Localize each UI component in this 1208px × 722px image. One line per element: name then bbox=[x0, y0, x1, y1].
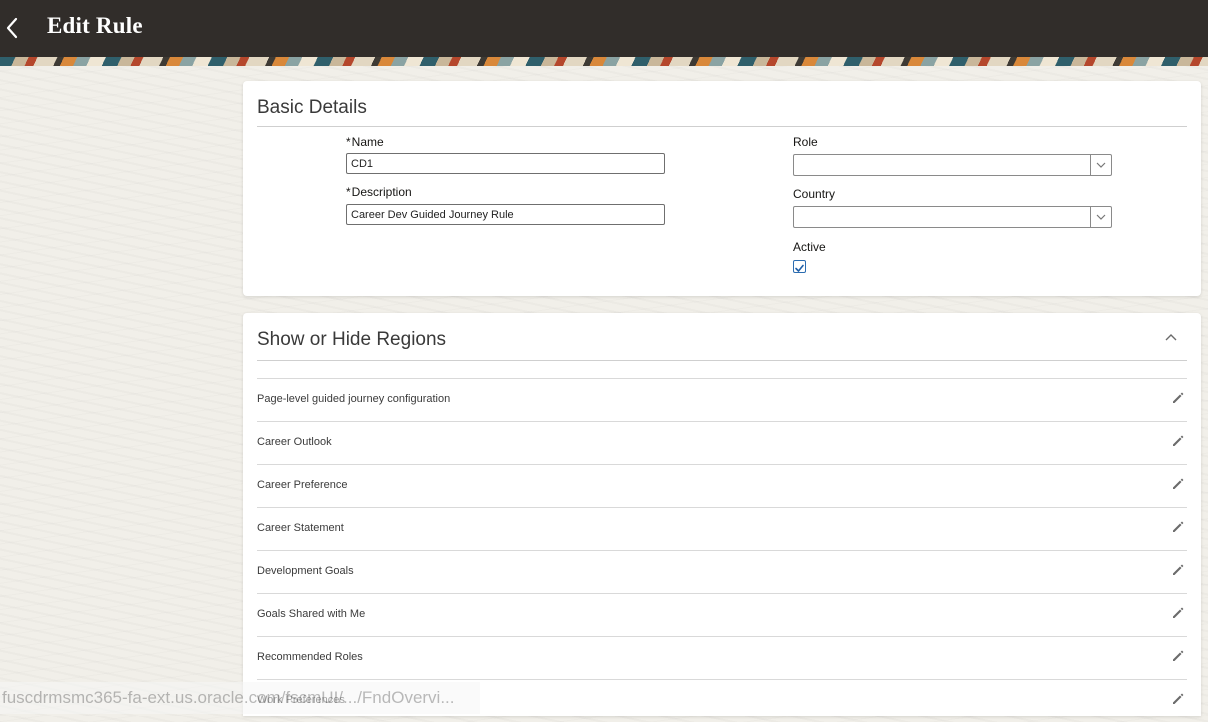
country-select[interactable] bbox=[793, 206, 1112, 228]
page-title: Edit Rule bbox=[47, 13, 143, 38]
active-label: Active bbox=[793, 240, 826, 254]
collapse-button[interactable] bbox=[1163, 329, 1179, 345]
required-marker: * bbox=[346, 135, 351, 149]
description-label-text: Description bbox=[351, 185, 412, 199]
description-field[interactable] bbox=[346, 204, 665, 225]
app-header: Edit Rule bbox=[0, 0, 1208, 57]
decorative-banner bbox=[0, 57, 1208, 66]
active-checkbox[interactable] bbox=[793, 260, 806, 273]
status-bar-url: fuscdrmsmc365-fa-ext.us.oracle.com/fscmU… bbox=[0, 682, 480, 714]
name-label: *Name bbox=[346, 135, 384, 149]
region-label: Goals Shared with Me bbox=[257, 608, 366, 620]
pencil-icon[interactable] bbox=[1171, 649, 1185, 663]
back-button[interactable] bbox=[0, 10, 28, 46]
role-label: Role bbox=[793, 135, 818, 149]
region-row[interactable]: Recommended Roles bbox=[257, 636, 1187, 679]
region-list: Page-level guided journey configuration C… bbox=[257, 378, 1187, 722]
region-label: Career Statement bbox=[257, 522, 344, 534]
basic-details-card: Basic Details *Name *Description Role Co… bbox=[243, 81, 1201, 296]
region-row[interactable]: Goals Shared with Me bbox=[257, 593, 1187, 636]
role-select[interactable] bbox=[793, 154, 1112, 176]
pencil-icon[interactable] bbox=[1171, 391, 1185, 405]
region-row[interactable]: Page-level guided journey configuration bbox=[257, 378, 1187, 421]
name-field[interactable] bbox=[346, 153, 665, 174]
chevron-down-icon bbox=[1096, 162, 1106, 168]
region-row[interactable]: Career Preference bbox=[257, 464, 1187, 507]
region-row[interactable]: Development Goals bbox=[257, 550, 1187, 593]
basic-details-title: Basic Details bbox=[257, 97, 367, 118]
pencil-icon[interactable] bbox=[1171, 692, 1185, 706]
chevron-up-icon bbox=[1165, 334, 1177, 341]
region-row[interactable]: Career Outlook bbox=[257, 421, 1187, 464]
section-divider bbox=[257, 126, 1187, 127]
pencil-icon[interactable] bbox=[1171, 606, 1185, 620]
country-label: Country bbox=[793, 187, 836, 201]
section-divider bbox=[257, 360, 1187, 361]
required-marker: * bbox=[346, 185, 351, 199]
select-divider bbox=[1090, 155, 1091, 175]
pencil-icon[interactable] bbox=[1171, 477, 1185, 491]
checkmark-icon bbox=[795, 264, 804, 272]
region-label: Development Goals bbox=[257, 565, 354, 577]
region-label: Career Preference bbox=[257, 479, 348, 491]
pencil-icon[interactable] bbox=[1171, 520, 1185, 534]
region-row[interactable]: Career Statement bbox=[257, 507, 1187, 550]
select-divider bbox=[1090, 207, 1091, 227]
chevron-down-icon bbox=[1096, 214, 1106, 220]
description-label: *Description bbox=[346, 185, 412, 199]
name-label-text: Name bbox=[351, 135, 384, 149]
region-label: Recommended Roles bbox=[257, 651, 363, 663]
regions-title: Show or Hide Regions bbox=[257, 329, 447, 350]
chevron-left-icon bbox=[6, 17, 18, 39]
show-hide-regions-card: Show or Hide Regions Page-level guided j… bbox=[243, 313, 1201, 716]
pencil-icon[interactable] bbox=[1171, 563, 1185, 577]
pencil-icon[interactable] bbox=[1171, 434, 1185, 448]
region-label: Page-level guided journey configuration bbox=[257, 393, 451, 405]
region-label: Career Outlook bbox=[257, 436, 332, 448]
